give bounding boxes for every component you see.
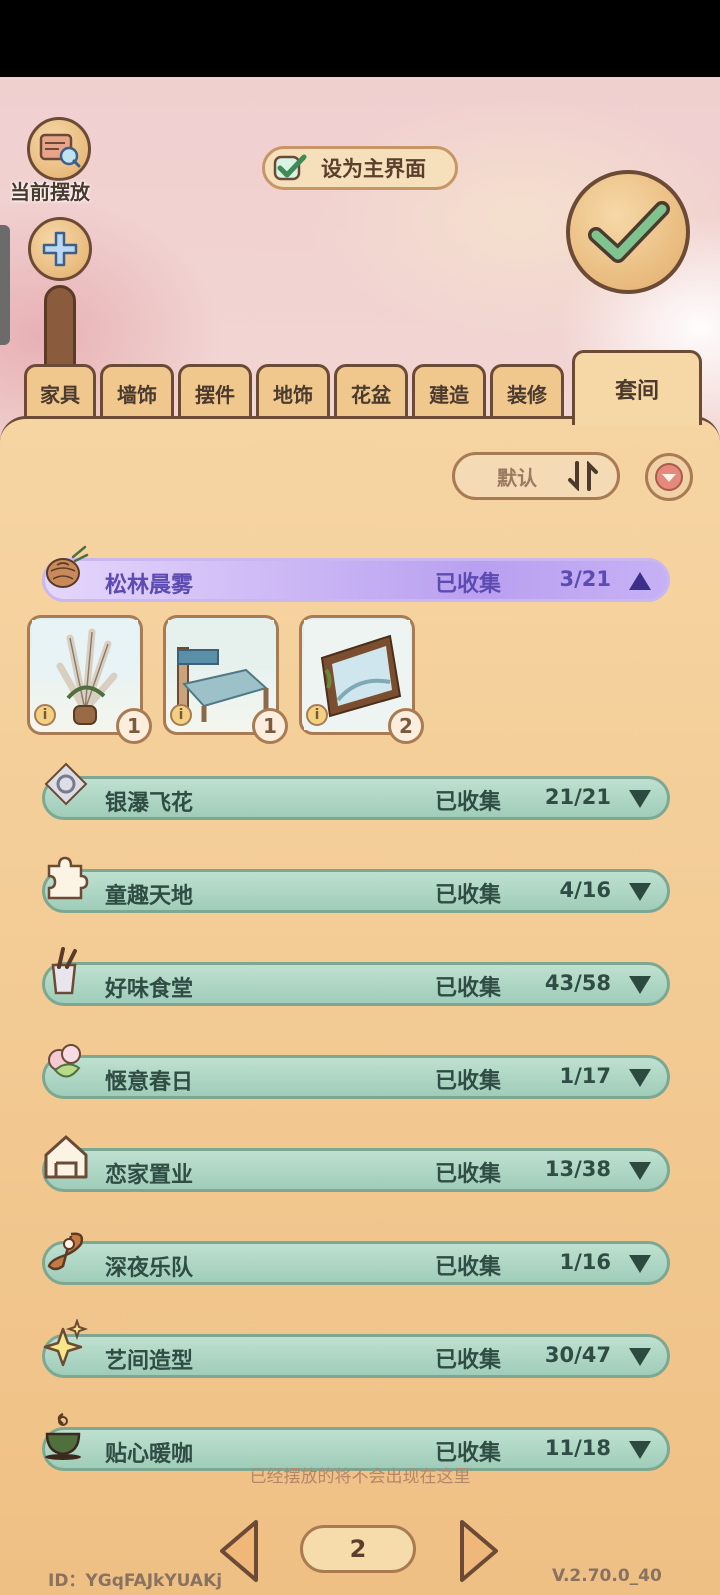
pinecone-icon bbox=[46, 545, 89, 588]
checkbox-checked-icon bbox=[273, 154, 307, 181]
chevron-down-icon bbox=[629, 1348, 651, 1366]
collected-count: 13/38 bbox=[544, 1157, 611, 1181]
set-row-expanded[interactable]: 松林晨雾 已收集 3/21 bbox=[42, 545, 670, 602]
set-row[interactable]: 好味食堂 已收集 43/58 bbox=[42, 947, 670, 1006]
collected-count: 43/58 bbox=[544, 971, 611, 995]
collected-label: 已收集 bbox=[435, 1162, 502, 1187]
collected-label: 已收集 bbox=[435, 790, 502, 815]
set-name: 童趣天地 bbox=[105, 884, 194, 909]
set-row[interactable]: 银瀑飞花 已收集 21/21 bbox=[42, 762, 670, 820]
add-button[interactable] bbox=[28, 217, 92, 281]
tab-floor-decor[interactable]: 地饰 bbox=[256, 364, 330, 419]
side-drawer-handle[interactable] bbox=[0, 225, 10, 345]
suite-item-card[interactable]: i 2 bbox=[299, 615, 424, 744]
flower-icon bbox=[48, 1044, 81, 1078]
chevron-down-icon bbox=[629, 1441, 651, 1459]
chevron-up-icon bbox=[629, 572, 651, 590]
collected-count: 21/21 bbox=[544, 785, 611, 809]
category-tabs: 家具 墙饰 摆件 地饰 花盆 建造 装修 套间 bbox=[0, 350, 720, 425]
chevron-down-icon bbox=[629, 1069, 651, 1087]
set-row[interactable]: 深夜乐队 已收集 1/16 bbox=[42, 1232, 670, 1285]
current-placement-label: 当前摆放 bbox=[10, 180, 90, 204]
chevron-down-icon bbox=[629, 1162, 651, 1180]
item-quantity: 2 bbox=[388, 708, 424, 744]
tab-flower-pots[interactable]: 花盆 bbox=[334, 364, 408, 419]
page-number: 2 bbox=[300, 1525, 416, 1573]
gear-ornament-icon bbox=[44, 762, 88, 806]
map-search-icon bbox=[39, 133, 81, 168]
collected-label: 已收集 bbox=[435, 1255, 502, 1280]
item-quantity: 1 bbox=[116, 708, 152, 744]
set-name: 松林晨雾 bbox=[105, 573, 194, 598]
checkmark-icon bbox=[588, 201, 670, 263]
set-row[interactable]: 童趣天地 已收集 4/16 bbox=[42, 856, 670, 913]
tab-renovation[interactable]: 装修 bbox=[490, 364, 564, 419]
info-icon[interactable]: i bbox=[306, 704, 328, 726]
tab-ornaments[interactable]: 摆件 bbox=[178, 364, 252, 419]
set-as-home-toggle[interactable]: 设为主界面 bbox=[262, 146, 458, 190]
tab-building[interactable]: 建造 bbox=[412, 364, 486, 419]
set-as-home-label: 设为主界面 bbox=[321, 157, 426, 181]
tab-suites[interactable]: 套间 bbox=[572, 350, 702, 425]
collected-label: 已收集 bbox=[435, 976, 502, 1001]
utensil-cup-icon bbox=[51, 947, 77, 995]
collected-label: 已收集 bbox=[435, 883, 502, 908]
filter-dropdown-button[interactable] bbox=[645, 453, 693, 501]
set-row[interactable]: 恋家置业 已收集 13/38 bbox=[42, 1135, 670, 1192]
info-icon[interactable]: i bbox=[170, 704, 192, 726]
tab-wall-decor[interactable]: 墙饰 bbox=[100, 364, 174, 419]
plus-icon bbox=[42, 231, 78, 267]
chevron-down-icon bbox=[629, 1255, 651, 1273]
collected-count: 1/16 bbox=[559, 1250, 611, 1274]
sparkle-icon bbox=[43, 1319, 89, 1367]
sort-label: 默认 bbox=[497, 465, 537, 490]
sort-order-icon bbox=[568, 461, 598, 491]
collected-count: 3/21 bbox=[559, 567, 611, 591]
suite-item-card[interactable]: i 1 bbox=[163, 615, 288, 744]
collected-count: 11/18 bbox=[544, 1436, 611, 1460]
house-icon bbox=[44, 1135, 88, 1179]
collected-label: 已收集 bbox=[435, 572, 502, 597]
player-id: ID：YGqFAJkYUAKj bbox=[48, 1571, 223, 1591]
set-row[interactable]: 惬意春日 已收集 1/17 bbox=[42, 1044, 670, 1099]
status-bar bbox=[0, 0, 720, 77]
confirm-button[interactable] bbox=[566, 170, 690, 294]
set-name: 艺间造型 bbox=[105, 1349, 194, 1374]
current-placement-button[interactable] bbox=[27, 117, 91, 181]
collected-count: 30/47 bbox=[544, 1343, 611, 1367]
collected-label: 已收集 bbox=[435, 1069, 502, 1094]
chevron-down-icon bbox=[655, 463, 683, 491]
collected-count: 1/17 bbox=[559, 1064, 611, 1088]
info-icon[interactable]: i bbox=[34, 704, 56, 726]
set-name: 惬意春日 bbox=[105, 1070, 194, 1095]
music-note-icon bbox=[47, 1232, 84, 1271]
suite-item-card[interactable]: i 1 bbox=[27, 615, 152, 744]
placement-hint: 已经摆放的将不会出现在这里 bbox=[249, 1467, 471, 1487]
set-name: 深夜乐队 bbox=[105, 1256, 194, 1281]
chevron-down-icon bbox=[629, 883, 651, 901]
set-name: 好味食堂 bbox=[105, 977, 194, 1002]
coffee-cup-icon bbox=[45, 1412, 81, 1460]
chevron-down-icon bbox=[629, 976, 651, 994]
collected-label: 已收集 bbox=[435, 1348, 502, 1373]
set-row[interactable]: 艺间造型 已收集 30/47 bbox=[42, 1319, 670, 1378]
prev-page-button[interactable] bbox=[216, 1518, 262, 1584]
puzzle-icon bbox=[47, 856, 89, 900]
item-quantity: 1 bbox=[252, 708, 288, 744]
tab-furniture[interactable]: 家具 bbox=[24, 364, 96, 419]
chevron-down-icon bbox=[629, 790, 651, 808]
next-page-button[interactable] bbox=[456, 1518, 502, 1584]
set-name: 恋家置业 bbox=[105, 1163, 194, 1188]
sort-button[interactable]: 默认 bbox=[452, 452, 620, 500]
set-name: 银瀑飞花 bbox=[105, 791, 194, 816]
collected-count: 4/16 bbox=[559, 878, 611, 902]
version-label: V.2.70.0_40 bbox=[552, 1566, 662, 1586]
